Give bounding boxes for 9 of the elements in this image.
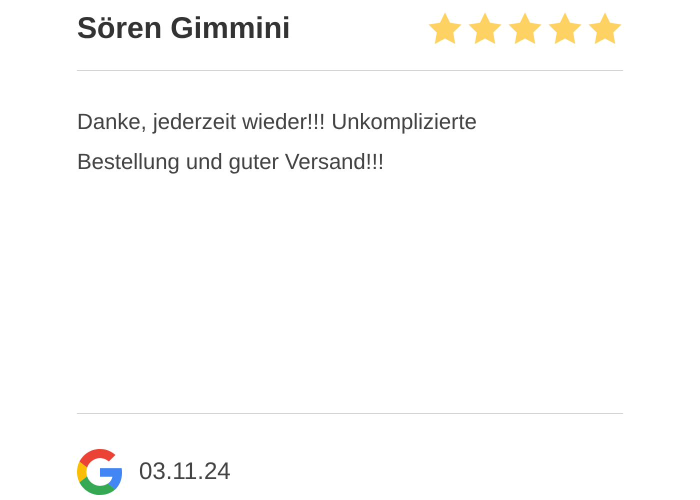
star-icon	[587, 10, 623, 46]
google-logo-icon	[77, 449, 123, 495]
star-icon	[507, 10, 543, 46]
reviewer-name: Sören Gimmini	[77, 10, 290, 46]
star-icon	[467, 10, 503, 46]
star-icon	[547, 10, 583, 46]
star-icon	[427, 10, 463, 46]
review-text: Danke, jederzeit wieder!!! Unkomplizierte Bestellung und guter Versand!!!	[77, 108, 478, 176]
review-date: 03.11.24	[139, 457, 231, 487]
